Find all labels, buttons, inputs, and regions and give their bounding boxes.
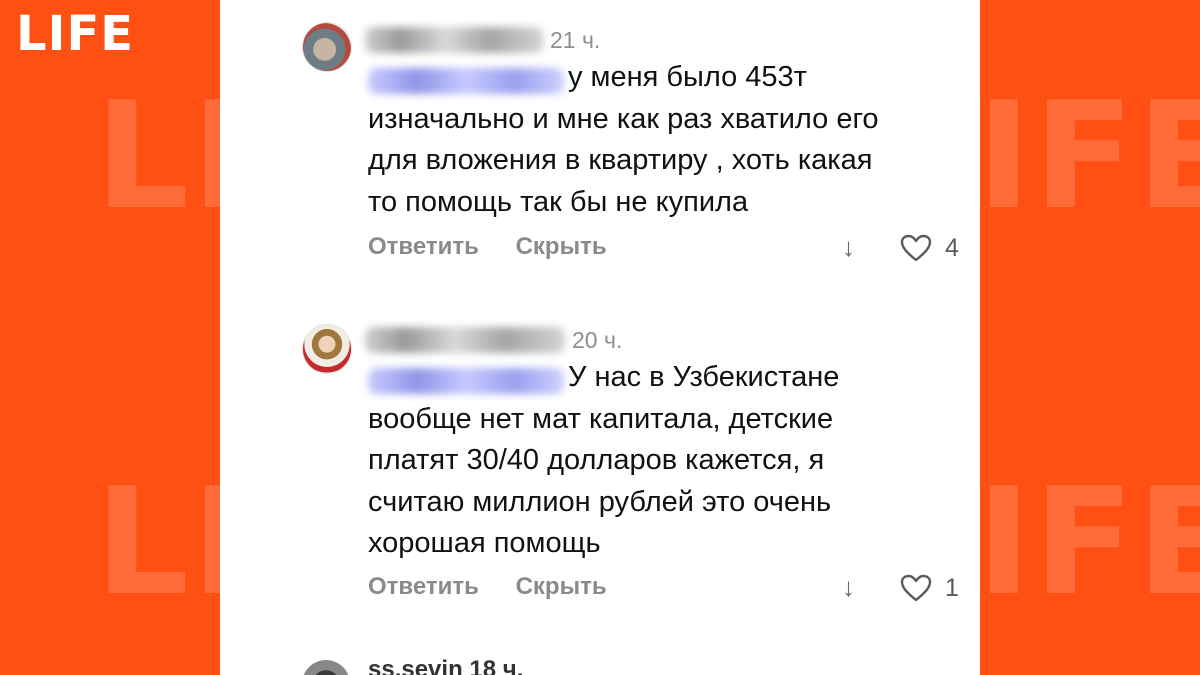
like-count: 4 xyxy=(945,234,959,262)
username-blurred[interactable] xyxy=(365,327,565,353)
next-comment-header[interactable]: ss.sevin 18 ч. xyxy=(368,656,523,675)
username-blurred[interactable] xyxy=(365,27,543,53)
comment-text: у меня было 453т изначально и мне как ра… xyxy=(368,57,968,223)
heart-icon[interactable] xyxy=(900,574,932,607)
like-count: 1 xyxy=(945,574,959,602)
hide-button[interactable]: Скрыть xyxy=(516,573,607,600)
reply-button[interactable]: Ответить xyxy=(368,233,479,260)
avatar[interactable] xyxy=(302,22,352,72)
avatar[interactable] xyxy=(302,660,350,675)
comment-body: У нас в Узбекистане вообще нет мат капит… xyxy=(368,361,840,559)
comments-panel: 21 ч. у меня было 453т изначально и мне … xyxy=(220,0,980,675)
reply-button[interactable]: Ответить xyxy=(368,573,479,600)
heart-icon[interactable] xyxy=(900,234,932,267)
avatar[interactable] xyxy=(302,324,352,374)
comment-text: У нас в Узбекистане вообще нет мат капит… xyxy=(368,357,968,565)
comment-body: у меня было 453т изначально и мне как ра… xyxy=(368,61,879,218)
comment-time: 20 ч. xyxy=(572,327,623,353)
comment-time: 21 ч. xyxy=(550,27,601,53)
down-arrow-icon[interactable]: ↓ xyxy=(842,232,855,263)
down-arrow-icon[interactable]: ↓ xyxy=(842,572,855,603)
comment-actions: Ответить Скрыть xyxy=(368,233,637,261)
screenshot-frame: LIFE LIFE LIFE LIFE LIFE 21 ч. у меня бы… xyxy=(0,0,1200,675)
life-logo: LIFE xyxy=(16,6,135,62)
hide-button[interactable]: Скрыть xyxy=(516,233,607,260)
comment-actions: Ответить Скрыть xyxy=(368,573,637,601)
